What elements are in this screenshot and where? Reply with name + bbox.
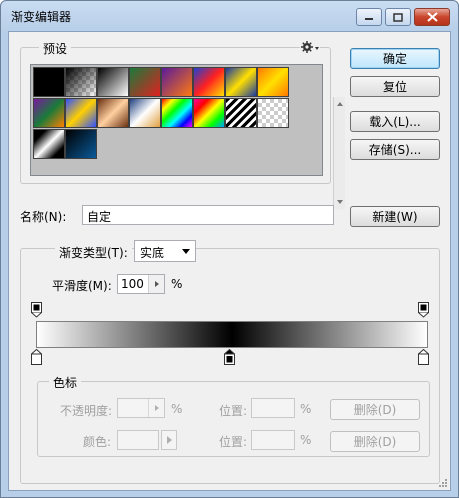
opacity-stop-icon (31, 302, 42, 318)
preset-swatch[interactable] (65, 98, 97, 128)
preset-swatch[interactable] (193, 98, 225, 128)
save-button[interactable]: 存储(S)... (350, 139, 440, 160)
color-stop-icon (30, 348, 43, 365)
smoothness-label: 平滑度(M): (52, 279, 112, 293)
load-button[interactable]: 载入(L)... (350, 111, 440, 132)
close-icon (426, 12, 438, 22)
minimize-icon (365, 18, 373, 20)
opacity-stop-icon (418, 302, 429, 318)
preset-swatch[interactable] (129, 67, 161, 97)
preset-swatch[interactable] (97, 98, 129, 128)
scroll-down-icon (337, 200, 343, 204)
preset-swatch[interactable] (33, 129, 65, 159)
presets-legend: 预设 (39, 40, 72, 57)
opacity-label: 不透明度: (60, 404, 113, 418)
color-dropdown-button[interactable] (161, 430, 177, 450)
maximize-button[interactable] (385, 8, 411, 26)
preset-swatch[interactable] (97, 67, 129, 97)
preset-swatch[interactable] (65, 67, 97, 97)
gradient-preview-bar[interactable] (36, 321, 428, 348)
preset-swatch[interactable] (33, 67, 65, 97)
preset-swatch[interactable] (257, 98, 289, 128)
preset-swatch[interactable] (193, 67, 225, 97)
color-stop-middle[interactable] (223, 348, 236, 365)
opacity-location-label: 位置: (219, 404, 248, 418)
smoothness-value: 100 (121, 277, 144, 291)
opacity-location-unit: % (300, 402, 312, 416)
close-button[interactable] (414, 8, 450, 26)
presets-menu-button[interactable] (300, 40, 320, 54)
preset-swatch[interactable] (129, 98, 161, 128)
opacity-stop-right[interactable] (418, 302, 429, 318)
smoothness-dropdown-button[interactable] (148, 275, 164, 293)
opacity-stop-left[interactable] (31, 302, 42, 318)
color-stop-icon (223, 348, 236, 365)
color-label: 颜色: (83, 435, 112, 449)
smoothness-input[interactable]: 100 (117, 274, 165, 294)
preset-swatch[interactable] (33, 98, 65, 128)
opacity-unit: % (171, 402, 183, 416)
ok-button[interactable]: 确定 (350, 48, 440, 69)
smoothness-unit: % (171, 277, 183, 291)
delete-color-stop-button[interactable]: 删除(D) (330, 431, 420, 452)
color-location-label: 位置: (219, 435, 248, 449)
gradient-editor-window: 渐变编辑器 预设 确定 复位 载入(L)... 存储(S)... 名称(N): … (0, 0, 459, 498)
color-stop-right[interactable] (417, 348, 430, 365)
color-stop-left[interactable] (30, 348, 43, 365)
resize-grip-icon[interactable] (438, 478, 448, 488)
preset-swatch[interactable] (161, 67, 193, 97)
preset-swatch[interactable] (225, 67, 257, 97)
chevron-right-icon (155, 405, 159, 411)
name-input[interactable]: 自定 (82, 205, 334, 225)
chevron-right-icon (155, 281, 159, 287)
maximize-icon (393, 12, 403, 22)
name-value: 自定 (87, 210, 112, 224)
chevron-right-icon (167, 436, 172, 444)
opacity-dropdown-button[interactable] (148, 399, 164, 417)
reset-button[interactable]: 复位 (350, 76, 440, 97)
preset-swatch[interactable] (225, 98, 257, 128)
gradient-type-label: 渐变类型(T): (55, 244, 132, 261)
gear-icon (301, 41, 319, 53)
gradient-type-value: 实底 (140, 246, 165, 260)
new-button[interactable]: 新建(W) (350, 206, 440, 227)
presets-scrollbar[interactable] (333, 97, 345, 209)
delete-opacity-stop-button[interactable]: 删除(D) (330, 399, 420, 420)
minimize-button[interactable] (356, 8, 382, 26)
preset-swatch[interactable] (65, 129, 97, 159)
window-title: 渐变编辑器 (11, 10, 72, 24)
dialog-body: 预设 确定 复位 载入(L)... 存储(S)... 名称(N): 自定 新建(… (8, 31, 451, 491)
preset-swatch[interactable] (257, 67, 289, 97)
color-location-input[interactable] (251, 430, 295, 450)
name-label: 名称(N): (20, 210, 67, 224)
gradient-type-select[interactable]: 实底 (134, 240, 196, 262)
color-stop-icon (417, 348, 430, 365)
preset-swatch[interactable] (161, 98, 193, 128)
opacity-location-input[interactable] (251, 398, 295, 418)
stops-legend: 色标 (49, 374, 82, 391)
title-bar[interactable]: 渐变编辑器 (1, 1, 458, 31)
color-location-unit: % (300, 433, 312, 447)
chevron-down-icon (182, 249, 190, 254)
scroll-up-icon (337, 102, 343, 106)
preset-swatches (30, 64, 345, 209)
opacity-input[interactable] (117, 398, 165, 418)
color-swatch[interactable] (117, 430, 159, 450)
